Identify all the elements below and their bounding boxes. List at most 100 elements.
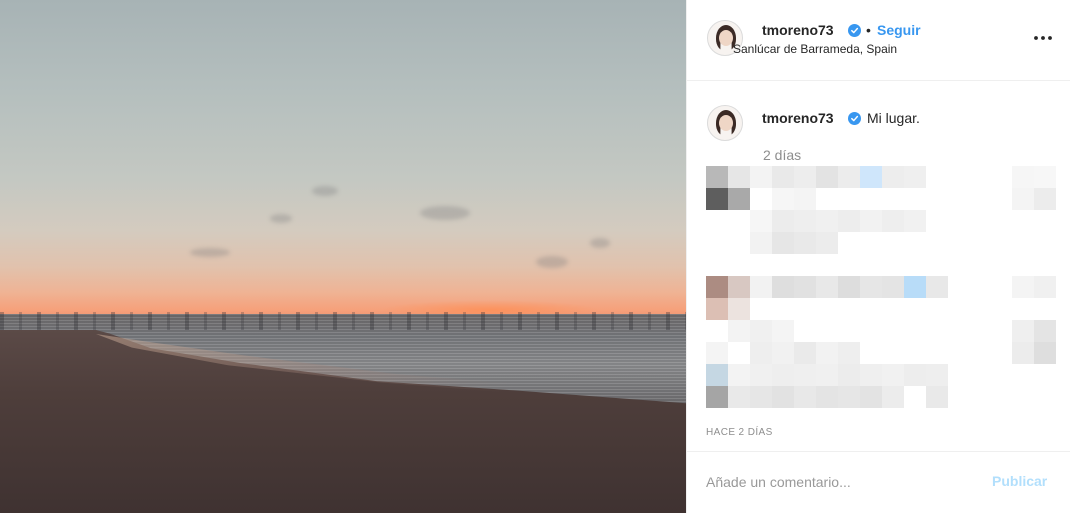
pixelated-comment-block bbox=[816, 386, 838, 408]
pixelated-comment-block bbox=[882, 276, 904, 298]
pixelated-comment-block bbox=[816, 166, 838, 188]
photo-boats bbox=[0, 312, 686, 330]
pixelated-comment-block bbox=[860, 276, 882, 298]
pixelated-comment-block bbox=[728, 188, 750, 210]
pixelated-comment-block bbox=[904, 166, 926, 188]
pixelated-comment-block bbox=[904, 364, 926, 386]
pixelated-comment-block bbox=[1034, 166, 1056, 188]
verified-badge-icon bbox=[848, 112, 861, 125]
pixelated-comment-block bbox=[728, 320, 750, 342]
post-photo[interactable] bbox=[0, 0, 686, 513]
caption-username[interactable]: tmoreno73 bbox=[762, 110, 834, 126]
pixelated-comment-block bbox=[926, 364, 948, 386]
photo-cloud bbox=[270, 214, 292, 223]
pixelated-comment-block bbox=[794, 188, 816, 210]
pixelated-comment-block bbox=[750, 232, 772, 254]
pixelated-comment-block bbox=[1034, 276, 1056, 298]
pixelated-comment-block bbox=[816, 342, 838, 364]
pixelated-comment-block bbox=[728, 166, 750, 188]
pixelated-comment-block bbox=[728, 298, 750, 320]
more-horizontal-icon[interactable] bbox=[1032, 27, 1054, 49]
pixelated-comment-block bbox=[882, 386, 904, 408]
pixelated-comment-block bbox=[794, 166, 816, 188]
pixelated-comment-block bbox=[750, 210, 772, 232]
pixelated-comment-block bbox=[1034, 342, 1056, 364]
pixelated-comment-block bbox=[1034, 320, 1056, 342]
pixelated-comment-block bbox=[860, 364, 882, 386]
pixelated-comment-block bbox=[794, 364, 816, 386]
pixelated-comment-block bbox=[838, 364, 860, 386]
pixelated-comment-block bbox=[750, 166, 772, 188]
pixelated-comment-block bbox=[706, 276, 728, 298]
photo-cloud bbox=[190, 248, 230, 257]
pixelated-comment-block bbox=[794, 342, 816, 364]
pixelated-comment-block bbox=[728, 386, 750, 408]
pixelated-comment-block bbox=[706, 166, 728, 188]
publish-button[interactable]: Publicar bbox=[992, 473, 1047, 489]
pixelated-comment-block bbox=[838, 210, 860, 232]
pixelated-comment-block bbox=[750, 364, 772, 386]
pixelated-comment-block bbox=[772, 232, 794, 254]
pixelated-comment-block bbox=[750, 320, 772, 342]
comment-input[interactable] bbox=[706, 470, 976, 494]
photo-cloud bbox=[536, 256, 568, 268]
pixelated-comment-block bbox=[706, 298, 728, 320]
follow-button[interactable]: Seguir bbox=[877, 22, 921, 38]
pixelated-comment-block bbox=[1012, 188, 1034, 210]
pixelated-comment-block bbox=[772, 320, 794, 342]
pixelated-comment-block bbox=[926, 276, 948, 298]
photo-cloud bbox=[420, 206, 470, 220]
pixelated-comment-block bbox=[772, 210, 794, 232]
pixelated-comment-block bbox=[838, 386, 860, 408]
pixelated-comment-block bbox=[860, 210, 882, 232]
pixelated-comment-block bbox=[794, 276, 816, 298]
pixelated-comment-block bbox=[750, 276, 772, 298]
pixelated-comment-block bbox=[750, 386, 772, 408]
pixelated-comment-block bbox=[816, 232, 838, 254]
pixelated-comment-block bbox=[706, 188, 728, 210]
caption-text: Mi lugar. bbox=[867, 110, 920, 126]
pixelated-comment-block bbox=[838, 166, 860, 188]
pixelated-comment-block bbox=[706, 386, 728, 408]
pixelated-comment-block bbox=[772, 276, 794, 298]
pixelated-comment-block bbox=[750, 342, 772, 364]
comment-bar: Publicar bbox=[686, 451, 1070, 514]
pixelated-comment-block bbox=[904, 210, 926, 232]
pixelated-comment-block bbox=[816, 276, 838, 298]
pixelated-comment-block bbox=[882, 364, 904, 386]
post-age: HACE 2 DÍAS bbox=[706, 427, 773, 438]
pixelated-comment-block bbox=[772, 166, 794, 188]
pixelated-comment-block bbox=[772, 342, 794, 364]
verified-badge-icon bbox=[848, 24, 861, 37]
pixelated-comment-block bbox=[1012, 342, 1034, 364]
pixelated-comment-block bbox=[882, 166, 904, 188]
pixelated-comment-block bbox=[772, 364, 794, 386]
pixelated-comment-block bbox=[860, 166, 882, 188]
pixelated-comment-block bbox=[926, 386, 948, 408]
post-location[interactable]: Sanlúcar de Barrameda, Spain bbox=[733, 42, 897, 56]
pixelated-comment-block bbox=[904, 276, 926, 298]
header-separator: • bbox=[866, 22, 871, 38]
pixelated-comment-block bbox=[1012, 166, 1034, 188]
pixelated-comment-block bbox=[706, 364, 728, 386]
pixelated-comment-block bbox=[816, 210, 838, 232]
caption-avatar[interactable] bbox=[707, 105, 743, 141]
pixelated-comment-block bbox=[794, 210, 816, 232]
pixelated-comment-block bbox=[772, 386, 794, 408]
pixelated-comment-block bbox=[838, 342, 860, 364]
pixelated-comment-block bbox=[1012, 320, 1034, 342]
author-username[interactable]: tmoreno73 bbox=[762, 22, 834, 38]
pixelated-comment-block bbox=[838, 276, 860, 298]
post-header bbox=[687, 0, 1070, 81]
pixelated-comment-block bbox=[728, 364, 750, 386]
pixelated-comment-block bbox=[728, 276, 750, 298]
pixelated-comment-block bbox=[816, 364, 838, 386]
pixelated-comment-block bbox=[794, 232, 816, 254]
pixelated-comment-block bbox=[794, 386, 816, 408]
pixelated-comment-block bbox=[1034, 188, 1056, 210]
pixelated-comment-block bbox=[706, 342, 728, 364]
pixelated-comment-block bbox=[882, 210, 904, 232]
pixelated-comment-block bbox=[860, 386, 882, 408]
photo-cloud bbox=[590, 238, 610, 248]
caption-timestamp: 2 días bbox=[763, 147, 802, 163]
